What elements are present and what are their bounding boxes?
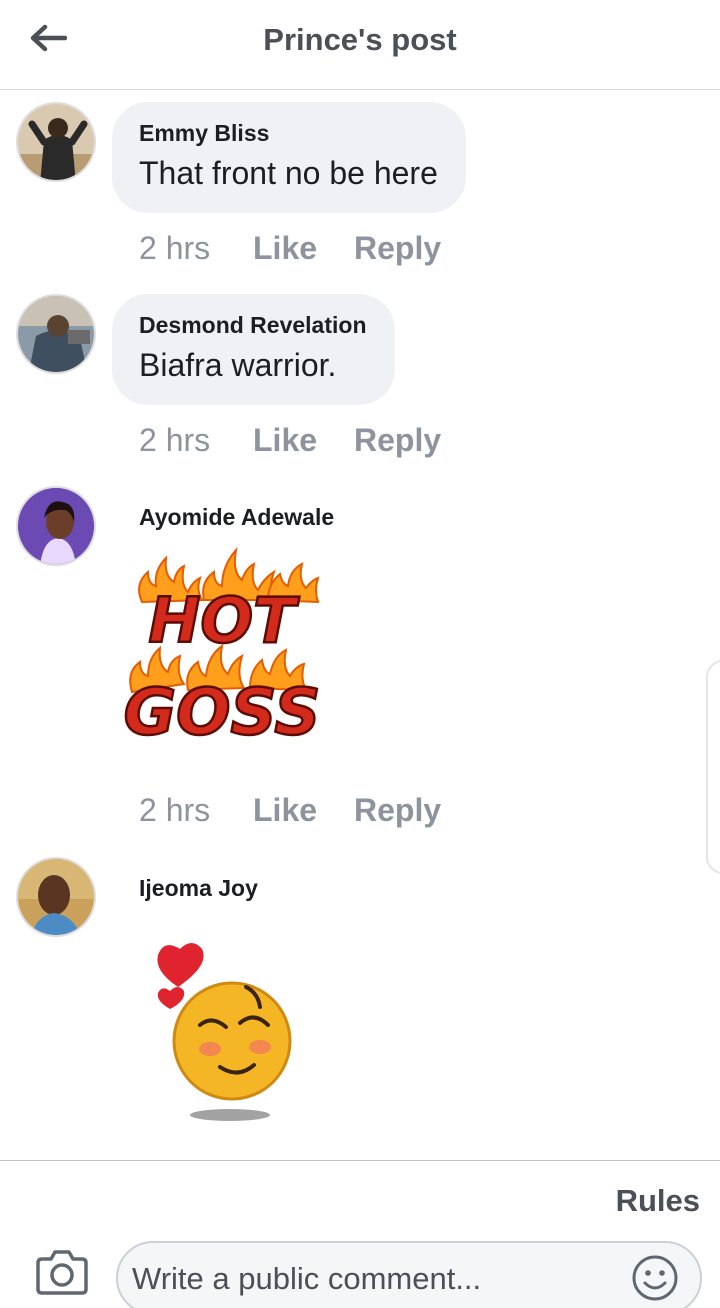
comment-text: That front no be here [139,155,438,191]
avatar[interactable] [16,102,96,182]
comment-item: Ayomide Adewale HOT GOSS 2 hrs Like Repl… [0,486,720,836]
avatar[interactable] [16,486,96,566]
camera-icon [36,1250,88,1295]
comment-author[interactable]: Ijeoma Joy [139,875,258,902]
comment-actions: 2 hrs Like Reply [139,792,441,829]
hot-goss-sticker[interactable]: HOT GOSS [118,544,328,751]
side-scroll-handle[interactable] [706,660,720,874]
sticker-line2: GOSS [124,676,321,746]
comment-author[interactable]: Ayomide Adewale [139,504,334,531]
comment-item: Desmond Revelation Biafra warrior. 2 hrs… [0,294,720,464]
like-button[interactable]: Like [253,230,354,267]
comment-item: Emmy Bliss That front no be here 2 hrs L… [0,102,720,272]
heart-icon [157,987,185,1009]
comment-input[interactable]: Write a public comment... [116,1241,702,1308]
rules-link[interactable]: Rules [616,1183,700,1219]
comment-input-placeholder: Write a public comment... [132,1261,482,1296]
like-button[interactable]: Like [253,792,354,829]
top-bar: Prince's post [0,0,720,90]
comment-bubble: Emmy Bliss That front no be here [112,102,466,213]
avatar[interactable] [16,857,96,937]
sticker-line1: HOT [149,584,301,657]
comment-actions: 2 hrs Like Reply [139,230,441,267]
comment-time: 2 hrs [139,792,211,828]
comment-author[interactable]: Emmy Bliss [139,120,438,147]
comment-text: Biafra warrior. [139,347,337,383]
comment-item: Ijeoma Joy [0,857,720,1137]
comment-time: 2 hrs [139,422,211,458]
page-title: Prince's post [263,22,457,57]
emoji-button[interactable] [630,1253,680,1303]
smiley-icon [632,1255,678,1301]
comment-bubble: Desmond Revelation Biafra warrior. [112,294,395,405]
comment-actions: 2 hrs Like Reply [139,422,441,459]
camera-button[interactable] [36,1249,88,1295]
heart-icon [157,943,204,987]
blushing-emoji-sticker[interactable] [148,937,298,1132]
reply-button[interactable]: Reply [354,792,441,829]
reply-button[interactable]: Reply [354,422,441,459]
comment-composer: Rules Write a public comment... [0,1160,720,1308]
avatar[interactable] [16,294,96,374]
like-button[interactable]: Like [253,422,354,459]
comment-author[interactable]: Desmond Revelation [139,312,367,339]
comment-time: 2 hrs [139,230,211,266]
reply-button[interactable]: Reply [354,230,441,267]
